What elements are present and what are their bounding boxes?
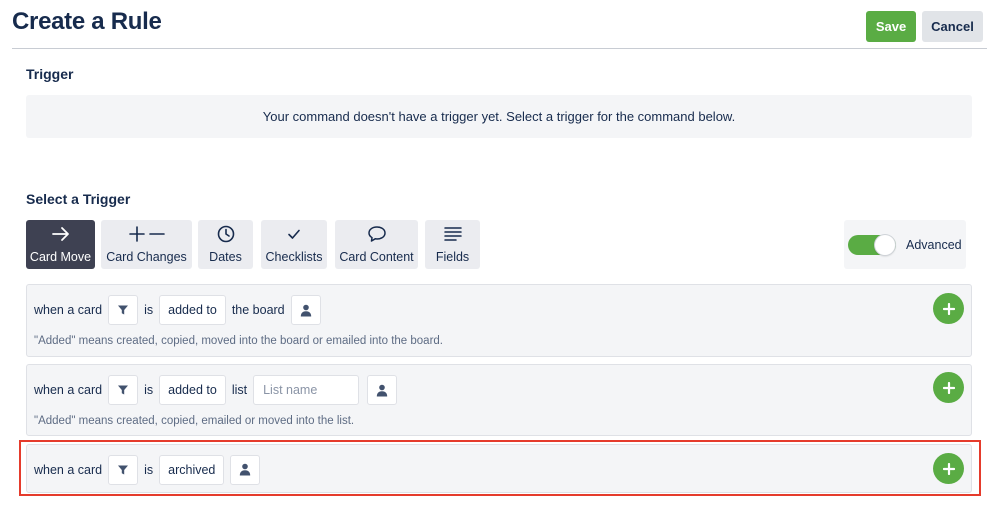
header-divider [12,48,987,49]
user-icon [300,304,311,316]
arrow-right-icon [26,225,95,243]
rule-verb: is [144,383,154,397]
filter-button[interactable] [108,375,139,405]
rule-verb: is [144,303,154,317]
tab-label: Checklists [265,250,323,264]
tab-label: Card Changes [106,250,187,264]
tab-dates[interactable]: Dates [198,220,253,269]
select-trigger-heading: Select a Trigger [26,191,131,207]
add-trigger-button[interactable] [933,372,964,403]
comment-icon [335,225,418,243]
tab-label: Card Move [29,250,92,264]
tab-card-move[interactable]: Card Move [26,220,95,269]
rule-target: the board [231,303,285,317]
rule-line: when a card is added to the board [27,285,323,335]
plus-minus-icon [101,225,192,243]
plus-icon [942,302,955,315]
plus-icon [942,381,955,394]
rule-line: when a card is added to list [27,365,399,415]
advanced-label: Advanced [906,238,962,252]
filter-icon [118,305,129,315]
tab-label: Card Content [339,250,414,264]
clock-icon [198,225,253,243]
rule-subject: when a card [34,383,103,397]
header: Create a Rule Save Cancel [0,0,999,50]
add-trigger-button[interactable] [933,293,964,324]
user-filter-button[interactable] [367,375,398,405]
tab-card-content[interactable]: Card Content [335,220,418,269]
filter-button[interactable] [108,295,139,325]
rule-card-added-to-board: when a card is added to the board "Added… [26,284,972,357]
user-icon [376,384,388,396]
tab-label: Fields [435,250,470,264]
user-filter-button[interactable] [290,295,321,325]
tab-fields[interactable]: Fields [425,220,480,269]
tab-checklists[interactable]: Checklists [261,220,327,269]
rule-note: "Added" means created, copied, emailed o… [34,415,355,427]
filter-icon [118,385,129,395]
save-button[interactable]: Save [866,11,916,42]
rule-target: list [231,383,248,397]
rule-note: "Added" means created, copied, moved int… [34,335,444,347]
tab-label: Dates [209,250,242,264]
action-select[interactable]: added to [159,295,226,325]
highlight-box [19,440,981,496]
action-select[interactable]: added to [159,375,226,405]
list-name-input[interactable] [253,375,360,405]
advanced-toggle-box: Advanced [844,220,966,269]
advanced-toggle[interactable] [848,235,896,255]
trigger-empty-message: Your command doesn't have a trigger yet.… [26,95,972,138]
page-title: Create a Rule [12,8,162,35]
rule-subject: when a card [34,303,103,317]
cancel-button[interactable]: Cancel [922,11,983,42]
check-icon [261,225,327,243]
toggle-knob [875,235,895,255]
trigger-heading: Trigger [26,66,74,82]
tab-card-changes[interactable]: Card Changes [101,220,192,269]
lines-icon [425,225,480,243]
rule-card-added-to-list: when a card is added to list "Added" mea… [26,364,972,436]
